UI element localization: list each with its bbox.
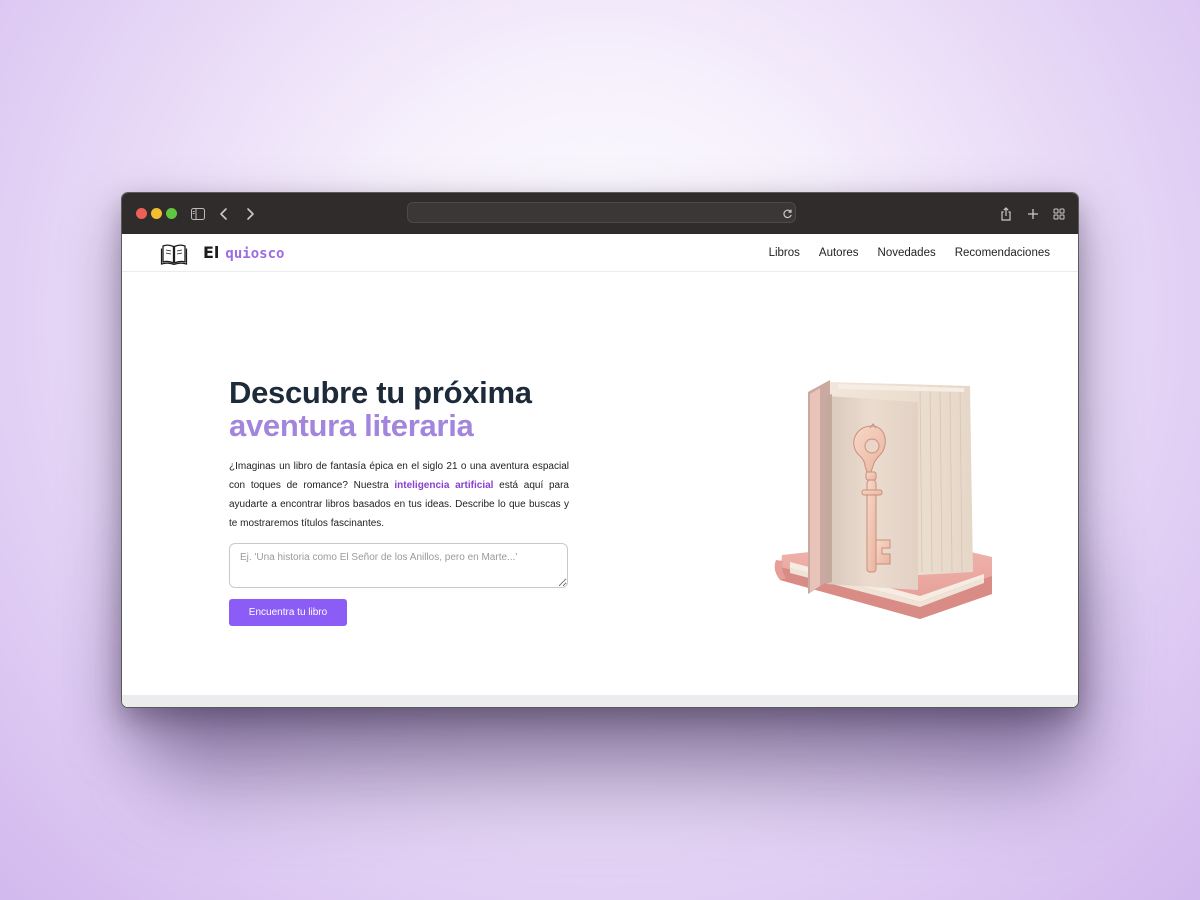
back-icon[interactable] [215, 205, 233, 223]
browser-titlebar [122, 193, 1078, 234]
logo-text-el: El [203, 243, 220, 262]
nav-links: Libros Autores Novedades Recomendaciones [769, 246, 1050, 260]
page-footer-strip [122, 695, 1078, 707]
new-tab-icon[interactable] [1024, 205, 1042, 223]
page-content: El quiosco Libros Autores Novedades Recom… [122, 234, 1078, 707]
sidebar-icon[interactable] [189, 205, 207, 223]
hero-description: ¿Imaginas un libro de fantasía épica en … [229, 457, 569, 533]
browser-window: El quiosco Libros Autores Novedades Recom… [121, 192, 1079, 708]
book-with-key-illustration [770, 372, 995, 624]
open-book-logo-icon[interactable] [160, 239, 188, 267]
hero-title: Descubre tu próxima aventura literaria [229, 376, 589, 442]
nav-link-novedades[interactable]: Novedades [878, 246, 936, 260]
logo-text-accent: quiosco [225, 246, 285, 262]
tab-overview-icon[interactable] [1050, 205, 1068, 223]
hero-title-line2: aventura literaria [229, 408, 474, 443]
forward-icon[interactable] [241, 205, 259, 223]
hero-title-line1: Descubre tu próxima [229, 375, 532, 410]
close-window-button[interactable] [136, 208, 147, 219]
find-book-button[interactable]: Encuentra tu libro [229, 599, 347, 626]
share-icon[interactable] [997, 205, 1015, 223]
minimize-window-button[interactable] [151, 208, 162, 219]
maximize-window-button[interactable] [166, 208, 177, 219]
nav-link-recomendaciones[interactable]: Recomendaciones [955, 246, 1050, 260]
nav-link-libros[interactable]: Libros [769, 246, 800, 260]
hero-desc-highlight: inteligencia artificial [394, 480, 494, 491]
site-logo-text[interactable]: El quiosco [203, 244, 284, 263]
nav-link-autores[interactable]: Autores [819, 246, 859, 260]
address-bar[interactable] [407, 202, 796, 223]
site-navbar: El quiosco Libros Autores Novedades Recom… [122, 234, 1078, 272]
reload-icon[interactable] [778, 204, 796, 222]
book-idea-input[interactable] [229, 543, 568, 588]
